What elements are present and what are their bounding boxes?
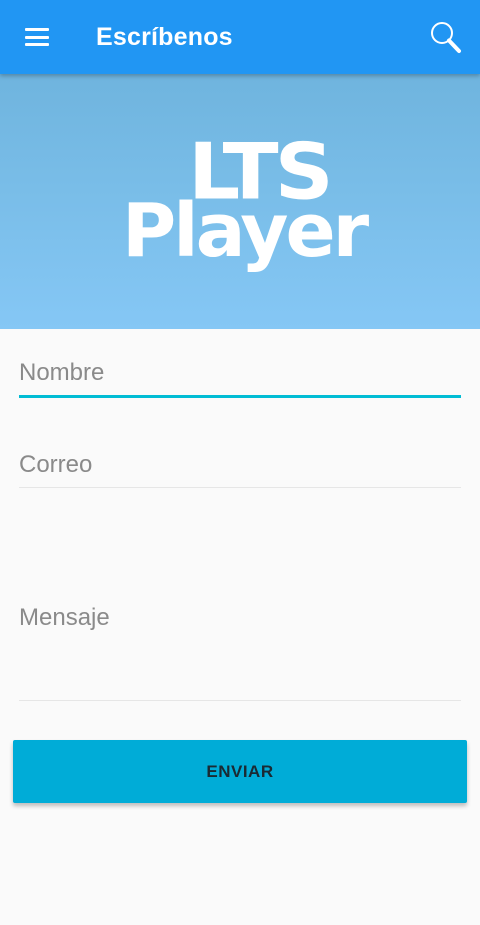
menu-button[interactable] [14, 17, 60, 57]
email-field-underline [19, 487, 461, 488]
contact-form: Nombre Correo Mensaje ENVIAR [0, 329, 480, 925]
send-button[interactable]: ENVIAR [13, 740, 467, 803]
page-title: Escríbenos [96, 23, 233, 51]
message-field-label: Mensaje [19, 604, 110, 631]
name-field-label: Nombre [19, 359, 105, 386]
message-field-underline [19, 700, 461, 701]
message-field[interactable]: Mensaje [19, 604, 461, 704]
search-icon [431, 22, 461, 53]
search-button[interactable] [426, 14, 466, 58]
send-button-label: ENVIAR [206, 761, 274, 781]
name-field[interactable]: Nombre [19, 359, 461, 399]
app-bar: Escríbenos [0, 0, 480, 74]
logo-text-player: Player [122, 188, 369, 274]
email-field[interactable]: Correo [19, 451, 461, 491]
lts-player-logo: LTS Player [120, 132, 369, 272]
banner: LTS Player [0, 74, 480, 329]
name-field-underline [19, 395, 461, 398]
email-field-label: Correo [19, 451, 93, 478]
hamburger-menu-icon [25, 28, 49, 46]
